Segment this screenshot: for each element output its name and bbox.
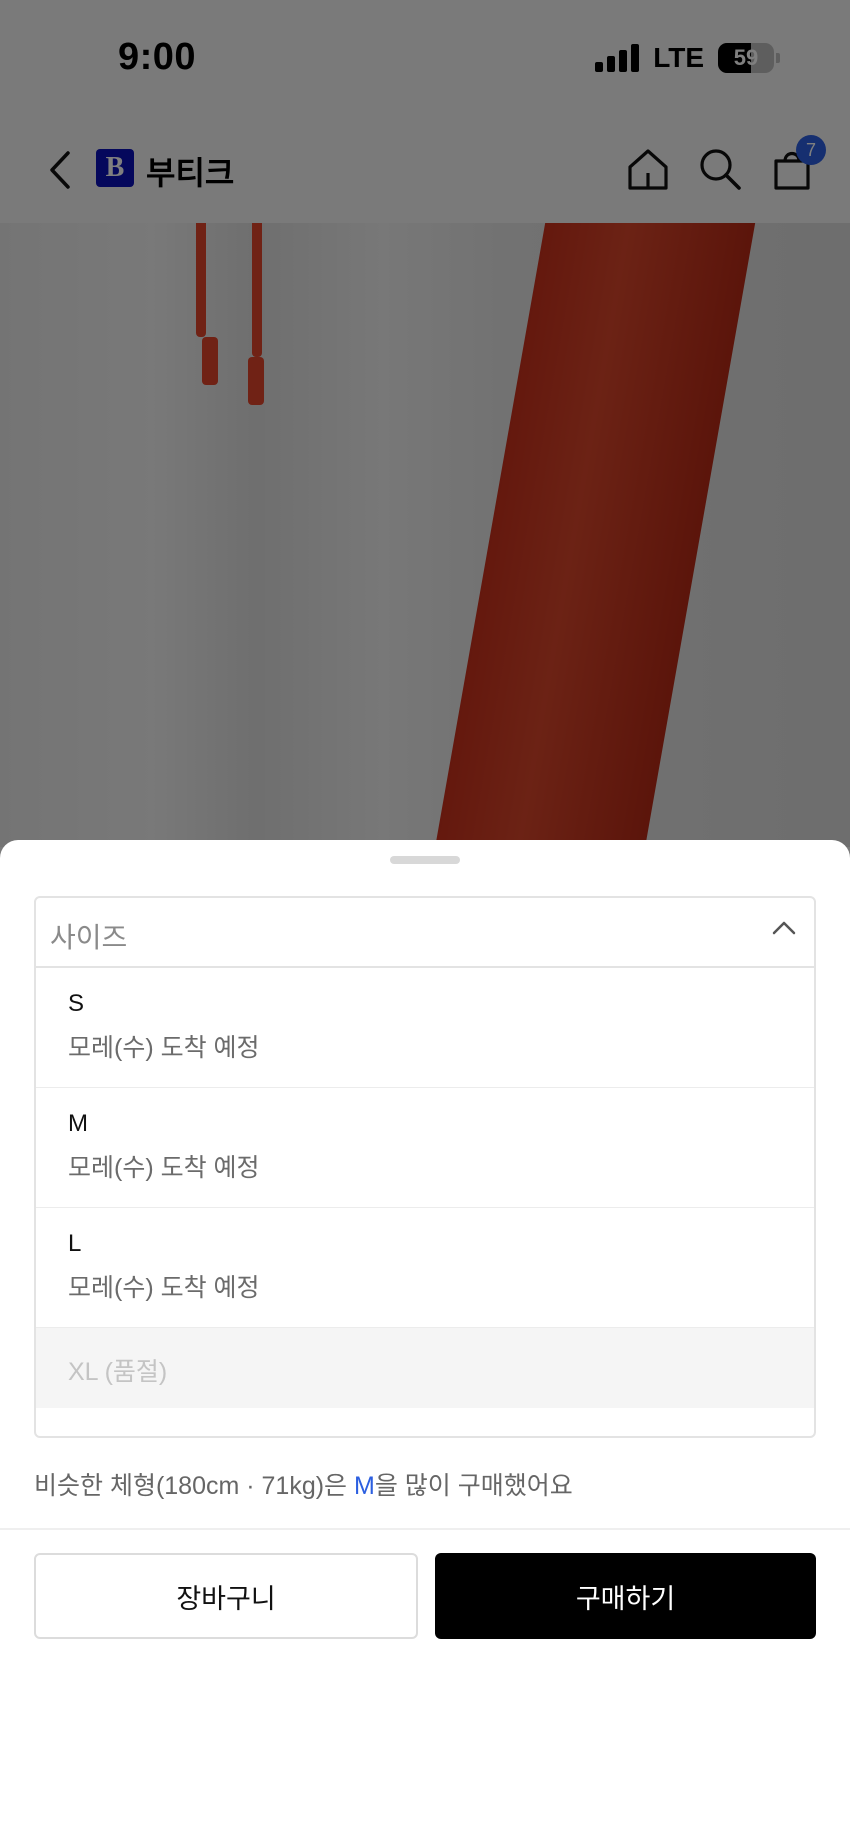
network-label: LTE (653, 42, 704, 73)
battery-level: 59 (733, 45, 759, 70)
home-icon (628, 149, 668, 190)
size-dropdown-header[interactable]: 사이즈 (36, 898, 814, 968)
brand-logo[interactable]: B (96, 149, 134, 187)
status-bar: 9:00 LTE 59 (0, 0, 850, 117)
divider (0, 1528, 850, 1530)
size-option-label: XL (품절) (68, 1358, 168, 1386)
size-option-label: S (68, 990, 85, 1017)
recommendation-prefix: 비슷한 체형(180cm · 71kg)은 (34, 1472, 355, 1500)
recommendation-suffix: 을 많이 구매했어요 (374, 1472, 573, 1500)
chevron-up-icon (772, 921, 796, 935)
size-option-label: M (68, 1110, 88, 1137)
buy-now-button[interactable]: 구매하기 (435, 1553, 816, 1639)
search-button[interactable] (694, 143, 746, 195)
cart-count-badge: 7 (796, 135, 826, 165)
battery-icon: 59 (718, 43, 774, 73)
drawstring-right (252, 217, 262, 357)
cart-button[interactable]: 7 (766, 135, 826, 195)
brand-name[interactable]: 부티크 (146, 148, 234, 194)
signal-icon (595, 44, 640, 72)
add-to-cart-button[interactable]: 장바구니 (34, 1553, 418, 1639)
size-recommendation: 비슷한 체형(180cm · 71kg)은 M을 많이 구매했어요 (34, 1466, 573, 1502)
option-bottom-sheet: 사이즈 S 모레(수) 도착 예정 M 모레(수) 도착 예정 L 모레(수) … (0, 840, 850, 1842)
drawstring-left (196, 217, 206, 337)
home-button[interactable] (622, 143, 674, 195)
product-image (0, 117, 850, 847)
drawstring-right-tip (248, 357, 264, 405)
product-sleeve (413, 207, 758, 847)
size-option-xl-soldout: XL (품절) (36, 1328, 814, 1408)
status-time: 9:00 (118, 36, 197, 78)
size-option-delivery: 모레(수) 도착 예정 (68, 1274, 260, 1302)
size-option-label: L (68, 1230, 82, 1257)
sheet-handle[interactable] (390, 856, 460, 864)
app-header: B 부티크 7 (0, 117, 850, 223)
size-dropdown: 사이즈 S 모레(수) 도착 예정 M 모레(수) 도착 예정 L 모레(수) … (34, 896, 816, 1438)
size-option-s[interactable]: S 모레(수) 도착 예정 (36, 968, 814, 1088)
drawstring-left-tip (202, 337, 218, 385)
size-option-delivery: 모레(수) 도착 예정 (68, 1154, 260, 1182)
back-button[interactable] (40, 147, 80, 193)
search-icon (700, 149, 741, 190)
back-icon (50, 151, 70, 189)
battery-cap (776, 53, 780, 63)
size-option-m[interactable]: M 모레(수) 도착 예정 (36, 1088, 814, 1208)
size-option-l[interactable]: L 모레(수) 도착 예정 (36, 1208, 814, 1328)
size-dropdown-label: 사이즈 (50, 922, 128, 953)
size-option-delivery: 모레(수) 도착 예정 (68, 1034, 260, 1062)
status-indicators: LTE 59 (595, 42, 780, 74)
recommended-size: M (354, 1472, 375, 1500)
